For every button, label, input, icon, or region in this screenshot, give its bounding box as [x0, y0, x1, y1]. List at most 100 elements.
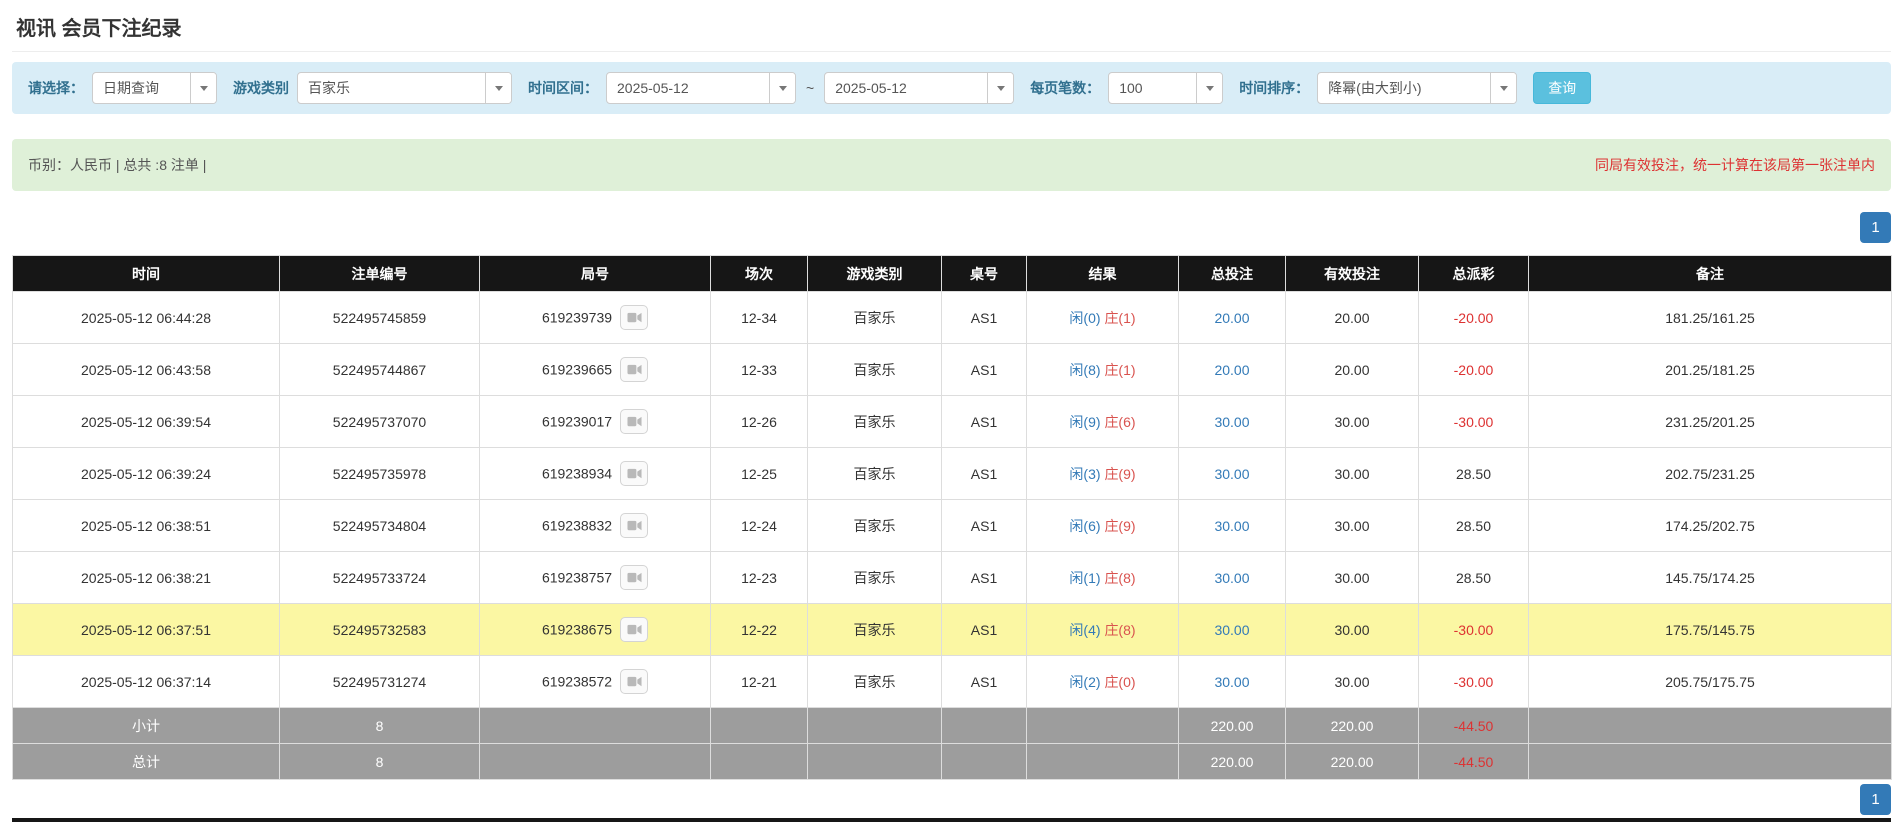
cell-total-bet: 30.00 — [1179, 552, 1286, 604]
table-row[interactable]: 2025-05-12 06:44:28 522495745859 6192397… — [13, 292, 1892, 344]
total-bet-link[interactable]: 30.00 — [1214, 570, 1249, 586]
video-replay-icon — [627, 519, 642, 532]
time-sort-label: 时间排序： — [1239, 78, 1309, 98]
total-bet-link[interactable]: 30.00 — [1214, 622, 1249, 638]
video-replay-button[interactable] — [620, 565, 648, 590]
payout-value: -44.50 — [1454, 754, 1494, 770]
query-type-value: 日期查询 — [93, 73, 190, 103]
page-container: 视讯 会员下注纪录 请选择： 日期查询 游戏类别 百家乐 时间区间： 2025-… — [0, 0, 1903, 815]
date-from-value: 2025-05-12 — [607, 73, 769, 103]
result-banker: 庄(8) — [1104, 570, 1135, 586]
table-row[interactable]: 2025-05-12 06:37:14 522495731274 6192385… — [13, 656, 1892, 708]
video-replay-icon — [627, 311, 642, 324]
cell-session: 12-34 — [711, 292, 808, 344]
date-to-select[interactable]: 2025-05-12 — [824, 72, 1014, 104]
chevron-down-icon — [987, 73, 1013, 103]
video-replay-icon — [627, 363, 642, 376]
video-replay-button[interactable] — [620, 513, 648, 538]
video-replay-button[interactable] — [620, 461, 648, 486]
table-row[interactable]: 2025-05-12 06:39:54 522495737070 6192390… — [13, 396, 1892, 448]
cell-total-bet: 30.00 — [1179, 396, 1286, 448]
table-row[interactable]: 2025-05-12 06:38:51 522495734804 6192388… — [13, 500, 1892, 552]
cell-payout: 28.50 — [1419, 448, 1529, 500]
cell-payout: -20.00 — [1419, 292, 1529, 344]
summary-empty-cell — [1027, 708, 1179, 744]
chevron-down-icon — [485, 73, 511, 103]
cell-result: 闲(2) 庄(0) — [1027, 656, 1179, 708]
cell-payout: -30.00 — [1419, 396, 1529, 448]
cell-session: 12-33 — [711, 344, 808, 396]
page-1-button-bottom[interactable]: 1 — [1860, 784, 1891, 815]
table-row[interactable]: 2025-05-12 06:39:24 522495735978 6192389… — [13, 448, 1892, 500]
cell-bet-id: 522495731274 — [280, 656, 480, 708]
cell-game-category: 百家乐 — [808, 344, 942, 396]
search-button[interactable]: 查询 — [1533, 72, 1591, 104]
total-bet-link[interactable]: 20.00 — [1214, 362, 1249, 378]
cell-total-bet: 20.00 — [1179, 344, 1286, 396]
cell-valid-bet: 30.00 — [1286, 552, 1419, 604]
cell-bet-id: 522495733724 — [280, 552, 480, 604]
time-sort-select[interactable]: 降幂(由大到小) — [1317, 72, 1517, 104]
video-replay-button[interactable] — [620, 357, 648, 382]
cell-time: 2025-05-12 06:37:14 — [13, 656, 280, 708]
video-replay-icon — [627, 675, 642, 688]
result-player: 闲(9) — [1069, 414, 1100, 430]
video-replay-button[interactable] — [620, 305, 648, 330]
time-sort-value: 降幂(由大到小) — [1318, 73, 1490, 103]
summary-row: 总计 8 220.00 220.00 -44.50 — [13, 744, 1892, 780]
result-player: 闲(0) — [1069, 310, 1100, 326]
payout-value: -30.00 — [1454, 674, 1494, 690]
header-result: 结果 — [1027, 256, 1179, 292]
total-bet-link[interactable]: 30.00 — [1214, 518, 1249, 534]
header-remark: 备注 — [1529, 256, 1892, 292]
header-payout: 总派彩 — [1419, 256, 1529, 292]
page-size-select[interactable]: 100 — [1108, 72, 1223, 104]
result-player: 闲(3) — [1069, 466, 1100, 482]
payout-value: -20.00 — [1454, 310, 1494, 326]
header-bet-id: 注单编号 — [280, 256, 480, 292]
cell-valid-bet: 30.00 — [1286, 500, 1419, 552]
cell-game-category: 百家乐 — [808, 448, 942, 500]
table-row[interactable]: 2025-05-12 06:37:51 522495732583 6192386… — [13, 604, 1892, 656]
cell-table-no: AS1 — [942, 604, 1027, 656]
table-row[interactable]: 2025-05-12 06:38:21 522495733724 6192387… — [13, 552, 1892, 604]
page-1-button[interactable]: 1 — [1860, 212, 1891, 243]
payout-value: -20.00 — [1454, 362, 1494, 378]
summary-valid-bet: 220.00 — [1286, 708, 1419, 744]
cell-result: 闲(1) 庄(8) — [1027, 552, 1179, 604]
cell-time: 2025-05-12 06:39:54 — [13, 396, 280, 448]
round-id-text: 619238934 — [542, 466, 612, 482]
query-type-label: 请选择： — [28, 78, 84, 98]
total-bet-link[interactable]: 30.00 — [1214, 466, 1249, 482]
summary-bar: 币别：人民币 | 总共 :8 注单 | 同局有效投注，统一计算在该局第一张注单内 — [12, 139, 1891, 191]
video-replay-button[interactable] — [620, 669, 648, 694]
table-body: 2025-05-12 06:44:28 522495745859 6192397… — [13, 292, 1892, 708]
game-category-label: 游戏类别 — [233, 78, 289, 98]
summary-empty-cell — [711, 744, 808, 780]
header-round-id: 局号 — [480, 256, 711, 292]
cell-bet-id: 522495745859 — [280, 292, 480, 344]
total-bet-link[interactable]: 30.00 — [1214, 674, 1249, 690]
round-id-text: 619238832 — [542, 518, 612, 534]
cell-round-id: 619238832 — [480, 500, 711, 552]
bet-records-table: 时间 注单编号 局号 场次 游戏类别 桌号 结果 总投注 有效投注 总派彩 备注… — [12, 255, 1892, 780]
summary-total-bet: 220.00 — [1179, 744, 1286, 780]
query-type-select[interactable]: 日期查询 — [92, 72, 217, 104]
page-title: 视讯 会员下注纪录 — [16, 12, 1887, 41]
cell-bet-id: 522495732583 — [280, 604, 480, 656]
video-replay-button[interactable] — [620, 617, 648, 642]
total-bet-link[interactable]: 20.00 — [1214, 310, 1249, 326]
cell-game-category: 百家乐 — [808, 552, 942, 604]
cell-round-id: 619238934 — [480, 448, 711, 500]
summary-empty-cell — [480, 744, 711, 780]
video-replay-button[interactable] — [620, 409, 648, 434]
table-row[interactable]: 2025-05-12 06:43:58 522495744867 6192396… — [13, 344, 1892, 396]
cell-bet-id: 522495737070 — [280, 396, 480, 448]
page-size-value: 100 — [1109, 73, 1196, 103]
payout-value: -30.00 — [1454, 622, 1494, 638]
total-bet-link[interactable]: 30.00 — [1214, 414, 1249, 430]
date-from-select[interactable]: 2025-05-12 — [606, 72, 796, 104]
cell-game-category: 百家乐 — [808, 500, 942, 552]
game-category-value: 百家乐 — [298, 73, 485, 103]
game-category-select[interactable]: 百家乐 — [297, 72, 512, 104]
